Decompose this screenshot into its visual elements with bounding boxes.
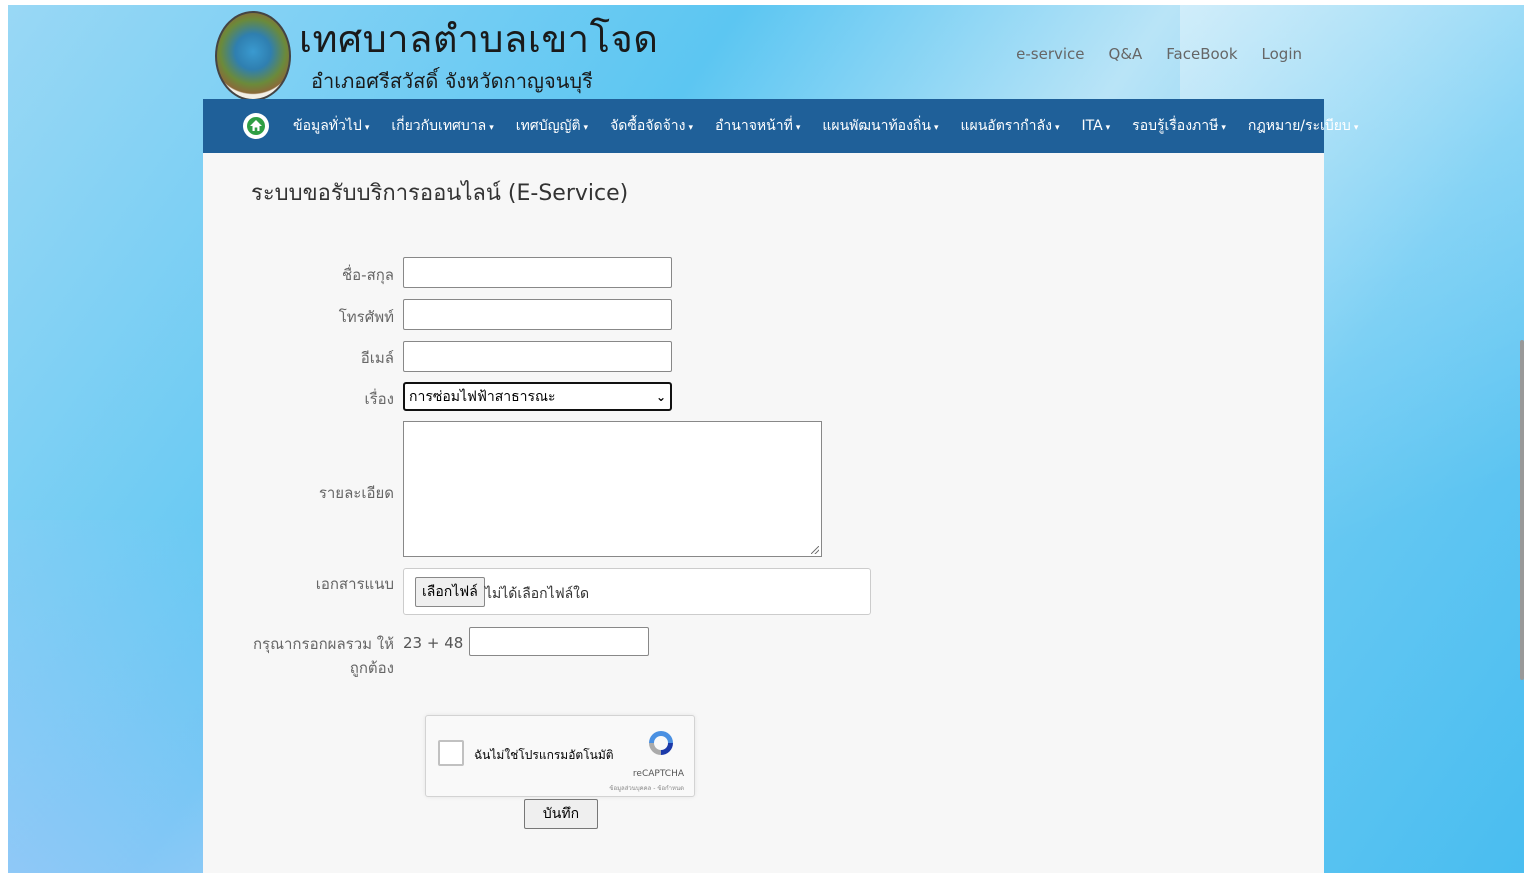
home-button[interactable] [243, 113, 269, 139]
email-input[interactable] [403, 341, 672, 372]
recaptcha-privacy-links[interactable]: ข้อมูลส่วนบุคคล - ข้อกำหนด [609, 783, 684, 793]
caret-down-icon: ▾ [795, 123, 801, 133]
save-button[interactable]: บันทึก [524, 799, 598, 829]
site-subtitle: อำเภอศรีสวัสดิ์ จังหวัดกาญจนบุรี [311, 69, 593, 93]
top-links: e-service Q&A FaceBook Login [1016, 45, 1302, 63]
attachment-label: เอกสารแนบ [315, 575, 394, 593]
main-content: ระบบขอรับบริการออนไลน์ (E-Service) ชื่อ-… [203, 153, 1324, 873]
nav-item-tax[interactable]: รอบรู้เรื่องภาษี ▾ [1132, 115, 1226, 137]
subject-selected-value: การซ่อมไฟฟ้าสาธารณะ [409, 388, 556, 405]
file-status-text: ไม่ได้เลือกไฟล์ใด [485, 586, 590, 602]
sum-label-line2: ถูกต้อง [349, 659, 394, 677]
page-scrollbar[interactable] [1520, 340, 1524, 680]
background-decoration-left [8, 520, 208, 873]
window-left-border [0, 0, 8, 873]
site-header: เทศบาลตำบลเขาโจด อำเภอศรีสวัสดิ์ จังหวัด… [203, 5, 1324, 101]
name-label: ชื่อ-สกุล [341, 266, 394, 284]
nav-item-laws[interactable]: กฎหมาย/ระเบียบ ▾ [1248, 115, 1358, 137]
caret-down-icon: ▾ [933, 123, 939, 133]
caret-down-icon: ▾ [583, 123, 589, 133]
link-facebook[interactable]: FaceBook [1166, 45, 1237, 63]
subject-label: เรื่อง [364, 390, 394, 408]
municipality-seal-logo [215, 11, 291, 101]
page-title: ระบบขอรับบริการออนไลน์ (E-Service) [251, 181, 629, 206]
link-e-service[interactable]: e-service [1016, 45, 1084, 63]
nav-item-ita[interactable]: ITA ▾ [1081, 118, 1110, 134]
caret-down-icon: ▾ [489, 123, 494, 133]
recaptcha-widget: ฉันไม่ใช่โปรแกรมอัตโนมัติ reCAPTCHA ข้อม… [425, 715, 695, 797]
nav-item-procurement[interactable]: จัดซื้อจัดจ้าง ▾ [610, 115, 693, 137]
nav-item-local-plan[interactable]: แผนพัฒนาท้องถิ่น ▾ [822, 115, 938, 137]
home-icon [247, 117, 265, 135]
sum-label-line1: กรุณากรอกผลรวม ให้ [252, 635, 394, 653]
site-title: เทศบาลตำบลเขาโจด [299, 17, 659, 61]
recaptcha-checkbox[interactable] [438, 740, 464, 766]
caret-down-icon: ▾ [1105, 123, 1111, 133]
nav-menu: ข้อมูลทั่วไป ▾ เกี่ยวกับเทศบาล ▾ เทศบัญญัต… [293, 99, 1358, 153]
caret-down-icon: ▾ [1353, 123, 1359, 133]
recaptcha-label: ฉันไม่ใช่โปรแกรมอัตโนมัติ [474, 748, 614, 762]
caret-down-icon: ▾ [364, 123, 370, 133]
phone-label: โทรศัพท์ [338, 308, 394, 326]
choose-file-button[interactable]: เลือกไฟล์ [415, 577, 485, 607]
name-input[interactable] [403, 257, 672, 288]
caret-down-icon: ▾ [1054, 123, 1060, 133]
nav-item-general-info[interactable]: ข้อมูลทั่วไป ▾ [293, 115, 369, 137]
nav-item-about[interactable]: เกี่ยวกับเทศบาล ▾ [391, 115, 493, 137]
link-qa[interactable]: Q&A [1109, 45, 1143, 63]
recaptcha-logo-icon [649, 731, 673, 755]
link-login[interactable]: Login [1262, 45, 1302, 63]
detail-label: รายละเอียด [318, 484, 394, 502]
resize-grip-icon[interactable] [811, 546, 819, 554]
detail-textarea[interactable] [403, 421, 822, 557]
caret-down-icon: ▾ [688, 123, 694, 133]
chevron-down-icon: ⌄ [655, 389, 666, 404]
email-label: อีเมล์ [360, 349, 394, 367]
nav-item-duties[interactable]: อำนาจหน้าที่ ▾ [715, 115, 800, 137]
caret-down-icon: ▾ [1221, 123, 1226, 133]
sum-answer-input[interactable] [469, 627, 649, 656]
file-upload-field: เลือกไฟล์ ไม่ได้เลือกไฟล์ใด [403, 568, 871, 615]
phone-input[interactable] [403, 299, 672, 330]
recaptcha-brand: reCAPTCHA [632, 769, 684, 779]
subject-select[interactable]: การซ่อมไฟฟ้าสาธารณะ ⌄ [403, 382, 672, 411]
main-navbar: ข้อมูลทั่วไป ▾ เกี่ยวกับเทศบาล ▾ เทศบัญญัต… [203, 99, 1358, 153]
nav-item-ordinances[interactable]: เทศบัญญัติ ▾ [516, 115, 588, 137]
nav-item-workforce-plan[interactable]: แผนอัตรากำลัง ▾ [961, 115, 1060, 137]
sum-label: กรุณากรอกผลรวม ให้ ถูกต้อง [243, 632, 394, 680]
